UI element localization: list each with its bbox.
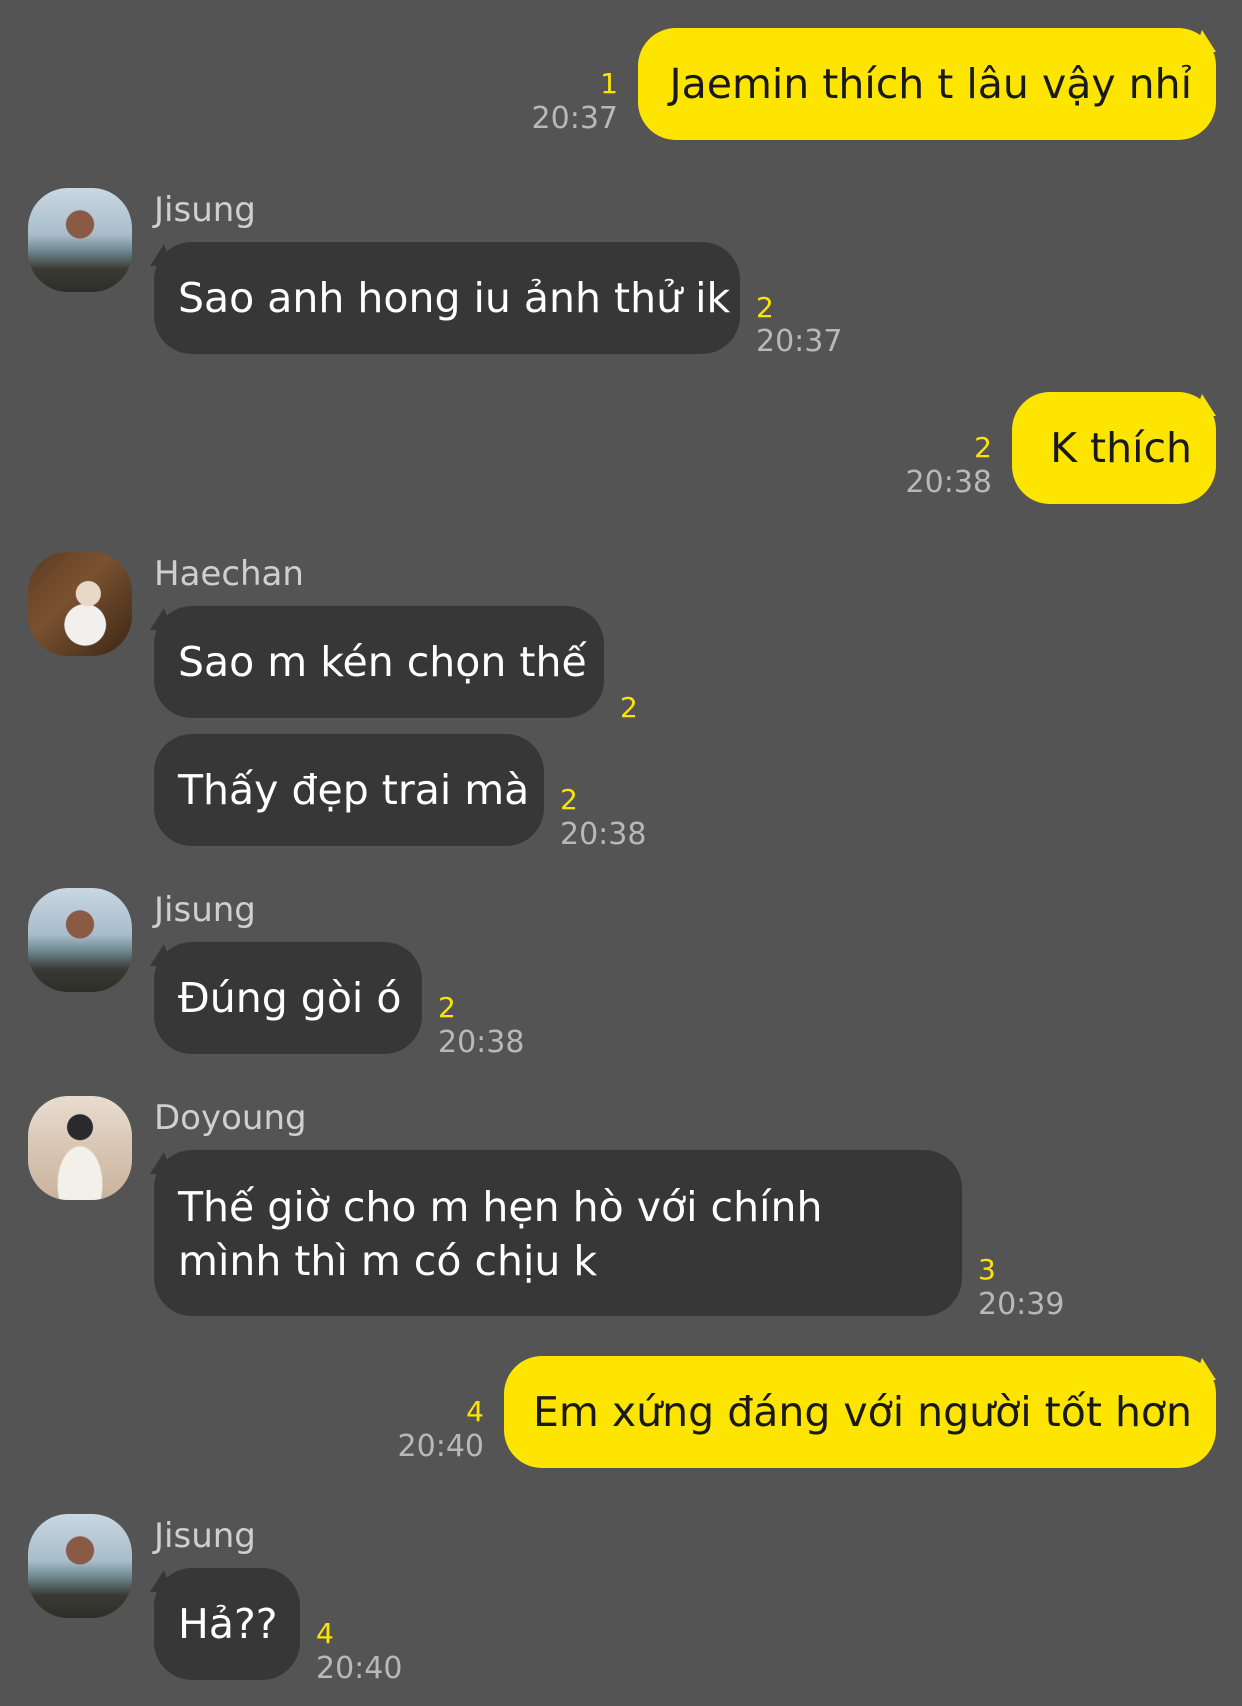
message-text: Thế giờ cho m hẹn hò với chính mình thì … <box>178 1183 823 1285</box>
message-text: Jaemin thích t lâu vậy nhỉ <box>669 60 1193 108</box>
sender-name: Haechan <box>154 554 304 594</box>
unread-count: 4 <box>316 1617 334 1650</box>
unread-count: 2 <box>620 691 638 724</box>
message-time: 20:40 <box>397 1429 484 1464</box>
message-text: Em xứng đáng với người tốt hơn <box>533 1388 1192 1436</box>
unread-count: 2 <box>974 431 992 464</box>
message-text: Hả?? <box>178 1600 278 1648</box>
message-bubble-incoming[interactable]: Sao m kén chọn thế <box>154 606 604 718</box>
message-text: Sao m kén chọn thế <box>178 638 587 686</box>
message-time: 20:38 <box>438 1025 525 1060</box>
jisung-avatar[interactable] <box>28 888 132 992</box>
sender-name: Jisung <box>154 890 256 930</box>
message-time: 20:37 <box>531 101 618 136</box>
message-bubble-incoming[interactable]: Hả?? <box>154 1568 300 1680</box>
unread-count: 3 <box>978 1253 996 1286</box>
doyoung-avatar[interactable] <box>28 1096 132 1200</box>
unread-count: 4 <box>466 1395 484 1428</box>
haechan-avatar[interactable] <box>28 552 132 656</box>
message-time: 20:37 <box>756 324 843 359</box>
message-time: 20:38 <box>560 817 647 852</box>
message-bubble-incoming[interactable]: Thấy đẹp trai mà <box>154 734 544 846</box>
message-bubble-outgoing[interactable]: Jaemin thích t lâu vậy nhỉ <box>638 28 1216 140</box>
jisung-avatar[interactable] <box>28 188 132 292</box>
message-text: Thấy đẹp trai mà <box>178 766 530 814</box>
sender-name: Jisung <box>154 1516 256 1556</box>
message-text: Sao anh hong iu ảnh thử ik <box>178 274 731 322</box>
message-time: 20:40 <box>316 1651 403 1686</box>
message-bubble-incoming[interactable]: Đúng gòi ó <box>154 942 422 1054</box>
message-bubble-outgoing[interactable]: Em xứng đáng với người tốt hơn <box>504 1356 1216 1468</box>
sender-name: Doyoung <box>154 1098 307 1138</box>
message-bubble-incoming[interactable]: Thế giờ cho m hẹn hò với chính mình thì … <box>154 1150 962 1316</box>
message-time: 20:39 <box>978 1287 1065 1322</box>
message-time: 20:38 <box>905 465 992 500</box>
jisung-avatar[interactable] <box>28 1514 132 1618</box>
message-bubble-incoming[interactable]: Sao anh hong iu ảnh thử ik <box>154 242 740 354</box>
message-text: Đúng gòi ó <box>178 974 402 1022</box>
message-bubble-outgoing[interactable]: K thích <box>1012 392 1216 504</box>
message-text: K thích <box>1050 424 1192 472</box>
unread-count: 2 <box>560 783 578 816</box>
unread-count: 1 <box>600 67 618 100</box>
unread-count: 2 <box>438 991 456 1024</box>
unread-count: 2 <box>756 291 774 324</box>
sender-name: Jisung <box>154 190 256 230</box>
